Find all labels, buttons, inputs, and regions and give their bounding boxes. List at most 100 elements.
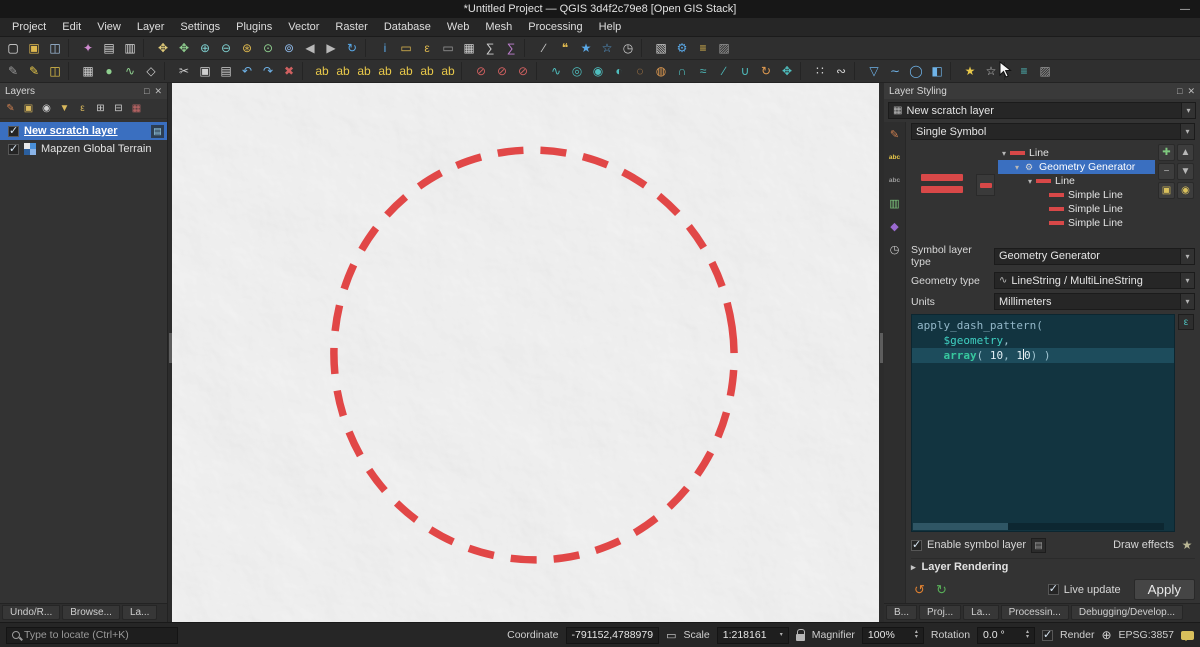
delete-ring-button[interactable]: ◌ — [630, 61, 650, 81]
delete-part-button[interactable]: ◍ — [651, 61, 671, 81]
menu-layer[interactable]: Layer — [129, 19, 173, 35]
rotate-label-button[interactable]: ab — [417, 61, 437, 81]
add-point-feature-button[interactable]: ● — [99, 61, 119, 81]
menu-mesh[interactable]: Mesh — [477, 19, 520, 35]
zoom-full-button[interactable]: ⊛ — [237, 38, 257, 58]
expression-builder-button[interactable]: ε — [1178, 314, 1194, 330]
close-panel-icon[interactable]: ✕ — [154, 86, 162, 97]
menu-plugins[interactable]: Plugins — [228, 19, 280, 35]
add-ring-button[interactable]: ◎ — [567, 61, 587, 81]
units-combo[interactable]: Millimeters — [994, 293, 1195, 310]
map-tips-button[interactable]: ❝ — [555, 38, 575, 58]
tab-layers[interactable]: La... — [122, 605, 157, 620]
symbol-node-geometry-generator[interactable]: Geometry Generator — [998, 160, 1155, 174]
layer-visibility-checkbox[interactable] — [8, 126, 19, 137]
invert-selection-button[interactable]: ◧ — [927, 61, 947, 81]
move-feature-button[interactable]: ✥ — [777, 61, 797, 81]
3d-view-tab-button[interactable]: ◆ — [887, 219, 903, 235]
labeling-single-button[interactable]: ab — [333, 61, 353, 81]
open-project-button[interactable]: ▣ — [24, 38, 44, 58]
menu-edit[interactable]: Edit — [54, 19, 89, 35]
tab-undo-redo[interactable]: Undo/R... — [2, 605, 60, 620]
messages-icon[interactable] — [1181, 631, 1194, 640]
pan-map-button[interactable]: ✥ — [153, 38, 173, 58]
close-panel-icon[interactable]: ✕ — [1187, 86, 1195, 97]
delete-selected-button[interactable]: ✖ — [279, 61, 299, 81]
masks-tab-button[interactable]: abc — [887, 173, 903, 189]
menu-vector[interactable]: Vector — [280, 19, 327, 35]
manage-map-themes-button[interactable]: ◉ — [38, 100, 55, 117]
geometry-type-combo[interactable]: ∿ LineString / MultiLineString — [994, 272, 1195, 289]
symbol-node-simple-line-3[interactable]: Simple Line — [998, 216, 1155, 230]
expression-editor-hscrollbar[interactable] — [913, 523, 1164, 530]
new-layout-button[interactable]: ▤ — [99, 38, 119, 58]
pan-to-selection-button[interactable]: ✥ — [174, 38, 194, 58]
select-by-radius-button[interactable]: ◯ — [906, 61, 926, 81]
statistical-summary-button[interactable]: ≡ — [693, 38, 713, 58]
symbol-swatch[interactable] — [976, 174, 995, 196]
filter-by-expression-button[interactable]: ε — [74, 100, 91, 117]
new-scratch-layer-button[interactable]: ▦ — [78, 61, 98, 81]
apply-button[interactable]: Apply — [1134, 579, 1195, 600]
select-by-polygon-button[interactable]: ▽ — [864, 61, 884, 81]
undock-panel-icon[interactable]: □ — [144, 86, 149, 97]
scale-combo[interactable]: 1:218161 — [717, 627, 789, 644]
menu-help[interactable]: Help — [591, 19, 630, 35]
labels-tab-button[interactable]: abc — [887, 150, 903, 166]
symbol-node-simple-line-2[interactable]: Simple Line — [998, 202, 1155, 216]
vertex-tool-button[interactable]: ◇ — [141, 61, 161, 81]
simplify-feature-button[interactable]: ∿ — [546, 61, 566, 81]
enable-tracing-button[interactable]: ∾ — [831, 61, 851, 81]
symbol-node-sub-line[interactable]: Line — [998, 174, 1155, 188]
measure-line-button[interactable]: ∕ — [534, 38, 554, 58]
symbol-mode-combo[interactable]: Single Symbol — [911, 123, 1195, 140]
processing-toolbox-button[interactable]: ⚙ — [672, 38, 692, 58]
splitter-right[interactable] — [879, 83, 884, 622]
menu-project[interactable]: Project — [4, 19, 54, 35]
enable-symbol-layer-checkbox[interactable] — [911, 540, 922, 551]
form-annotation-button[interactable]: ☆ — [981, 61, 1001, 81]
fill-ring-button[interactable]: ◐ — [609, 61, 629, 81]
move-label-button[interactable]: ab — [396, 61, 416, 81]
tab-debugging-right[interactable]: Debugging/Develop... — [1071, 605, 1183, 620]
deselect-features-button[interactable]: ▭ — [438, 38, 458, 58]
tab-processing-right[interactable]: Processin... — [1001, 605, 1069, 620]
add-line-feature-button[interactable]: ∿ — [120, 61, 140, 81]
highlight-labels-button[interactable]: ab — [375, 61, 395, 81]
minimize-icon[interactable]: — — [1180, 4, 1190, 15]
filter-legend-button[interactable]: ▼ — [56, 100, 73, 117]
symbology-tab-button[interactable]: ✎ — [887, 127, 903, 143]
lock-scale-icon[interactable] — [796, 634, 805, 641]
remove-layer-button[interactable]: ▦ — [128, 100, 145, 117]
zoom-out-button[interactable]: ⊖ — [216, 38, 236, 58]
temporal-controller-button[interactable]: ◷ — [618, 38, 638, 58]
zoom-in-button[interactable]: ⊕ — [195, 38, 215, 58]
move-up-symbol-layer-button[interactable]: ▲ — [1177, 144, 1194, 161]
map-canvas[interactable] — [172, 83, 879, 622]
field-calculator-button[interactable]: ∑ — [480, 38, 500, 58]
lock-symbol-layer-button[interactable]: ◉ — [1177, 182, 1194, 199]
memory-layer-indicator-icon[interactable]: ▤ — [151, 125, 164, 138]
menu-settings[interactable]: Settings — [172, 19, 228, 35]
undo-button[interactable]: ↶ — [237, 61, 257, 81]
tab-browser-right[interactable]: B... — [886, 605, 917, 620]
tab-project-right[interactable]: Proj... — [919, 605, 961, 620]
expression-editor[interactable]: apply_dash_pattern( $geometry, array( 10… — [911, 314, 1175, 532]
tab-browser[interactable]: Browse... — [62, 605, 120, 620]
toggle-editing-button[interactable]: ✎ — [24, 61, 44, 81]
select-by-freehand-button[interactable]: ∼ — [885, 61, 905, 81]
collapse-all-button[interactable]: ⊟ — [110, 100, 127, 117]
diagrams-tab-button[interactable]: ▥ — [887, 196, 903, 212]
layer-rendering-section[interactable]: Layer Rendering — [911, 558, 1195, 575]
menu-web[interactable]: Web — [439, 19, 477, 35]
reshape-features-button[interactable]: ∩ — [672, 61, 692, 81]
identify-features-button[interactable]: i — [375, 38, 395, 58]
menu-database[interactable]: Database — [376, 19, 439, 35]
add-symbol-layer-button[interactable]: ✚ — [1158, 144, 1175, 161]
pin-labels-button[interactable]: ab — [354, 61, 374, 81]
no-diagrams-button[interactable]: ⊘ — [492, 61, 512, 81]
symbol-node-simple-line-1[interactable]: Simple Line — [998, 188, 1155, 202]
add-part-button[interactable]: ◉ — [588, 61, 608, 81]
data-defined-override-button[interactable]: ▤ — [1031, 538, 1046, 553]
symbol-node-line[interactable]: Line — [998, 146, 1155, 160]
